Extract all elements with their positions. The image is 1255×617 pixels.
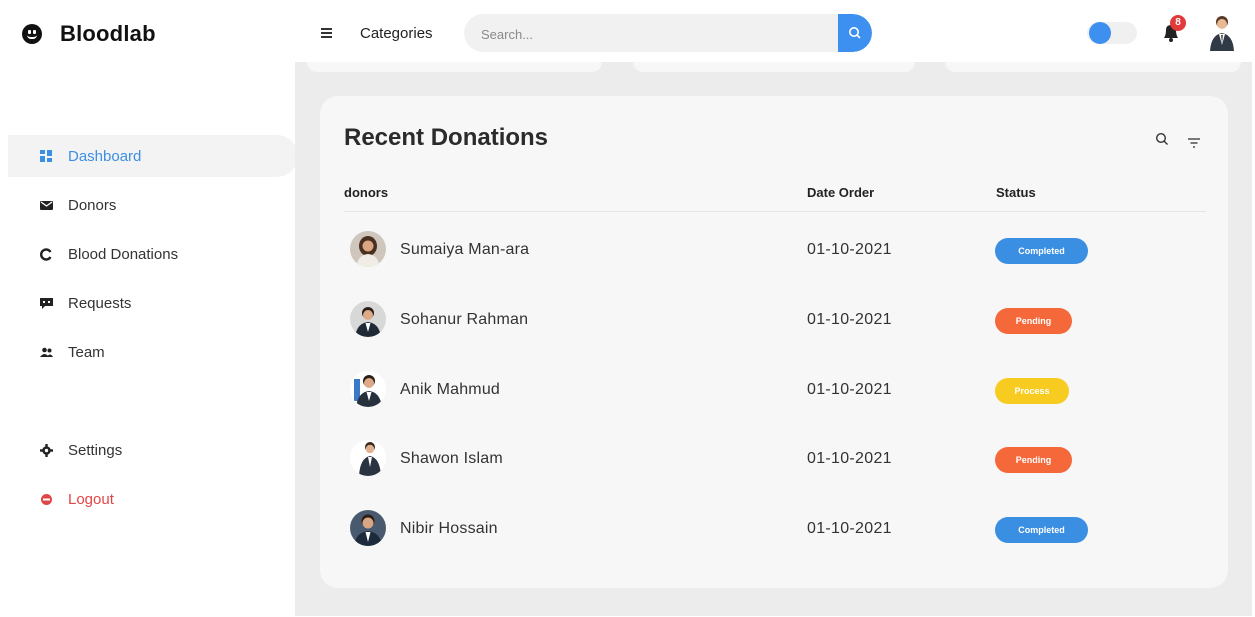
sidebar-item-label: Donors bbox=[68, 196, 117, 214]
sidebar-item-label: Requests bbox=[68, 294, 132, 312]
brand[interactable]: Bloodlab bbox=[22, 20, 156, 48]
sidebar-item-label: Settings bbox=[68, 441, 123, 459]
search-bar bbox=[464, 14, 872, 52]
column-header-status: Status bbox=[996, 185, 1036, 200]
sidebar-item-settings[interactable]: Settings bbox=[16, 429, 298, 471]
sidebar-item-donors[interactable]: Donors bbox=[16, 184, 298, 226]
donor-avatar bbox=[350, 301, 386, 337]
table-row[interactable]: Shawon Islam 01-10-2021 Pending bbox=[344, 440, 1206, 490]
column-header-date: Date Order bbox=[807, 185, 875, 200]
table-row[interactable]: Sohanur Rahman 01-10-2021 Pending bbox=[344, 301, 1206, 351]
sidebar-item-requests[interactable]: Requests bbox=[16, 282, 298, 324]
search-input[interactable] bbox=[479, 14, 843, 52]
envelope-icon bbox=[40, 199, 53, 212]
sidebar-item-team[interactable]: Team bbox=[16, 331, 298, 373]
donor-name: Anik Mahmud bbox=[400, 381, 501, 398]
hamburger-menu-icon[interactable] bbox=[321, 28, 332, 38]
search-icon bbox=[849, 27, 861, 39]
donor-avatar bbox=[350, 510, 386, 546]
sidebar-item-label: Blood Donations bbox=[68, 245, 179, 263]
sidebar-item-blood-donations[interactable]: Blood Donations bbox=[16, 233, 298, 275]
column-header-donors: donors bbox=[344, 185, 389, 200]
donor-name: Shawon Islam bbox=[400, 450, 503, 467]
donor-avatar bbox=[350, 440, 386, 476]
order-date: 01-10-2021 bbox=[807, 311, 892, 328]
filter-icon[interactable] bbox=[1188, 135, 1200, 148]
gear-icon bbox=[40, 443, 53, 457]
summary-cards-edge bbox=[295, 62, 1252, 74]
donor-avatar bbox=[350, 371, 386, 407]
order-date: 01-10-2021 bbox=[807, 520, 892, 537]
sidebar-item-dashboard[interactable]: Dashboard bbox=[8, 135, 298, 177]
sidebar-item-logout[interactable]: Logout bbox=[16, 478, 298, 520]
chat-bubble-icon bbox=[40, 297, 53, 310]
order-date: 01-10-2021 bbox=[807, 450, 892, 467]
dashboard-grid-icon bbox=[40, 149, 53, 163]
theme-toggle[interactable] bbox=[1087, 22, 1137, 44]
donor-avatar bbox=[350, 231, 386, 267]
sidebar-item-label: Logout bbox=[68, 490, 114, 508]
donor-name: Sohanur Rahman bbox=[400, 311, 529, 328]
user-avatar[interactable] bbox=[1206, 13, 1238, 51]
logout-icon bbox=[40, 493, 53, 506]
smiley-logo-icon bbox=[22, 24, 42, 44]
brand-name: Bloodlab bbox=[60, 21, 156, 46]
circle-refresh-icon bbox=[40, 247, 53, 261]
team-users-icon bbox=[40, 346, 53, 359]
sidebar-item-label: Dashboard bbox=[68, 147, 142, 165]
user-avatar-icon bbox=[1210, 16, 1234, 51]
table-row[interactable]: Nibir Hossain 01-10-2021 Completed bbox=[344, 510, 1206, 560]
notification-button[interactable]: 8 bbox=[1161, 15, 1186, 44]
status-badge: Pending bbox=[995, 447, 1072, 473]
toggle-knob bbox=[1089, 22, 1111, 44]
status-badge: Completed bbox=[995, 517, 1088, 543]
categories-menu[interactable]: Categories bbox=[360, 25, 433, 42]
order-date: 01-10-2021 bbox=[807, 381, 892, 398]
notification-count-badge: 8 bbox=[1170, 15, 1186, 31]
table-row[interactable]: Anik Mahmud 01-10-2021 Process bbox=[344, 371, 1206, 421]
donor-name: Sumaiya Man-ara bbox=[400, 241, 530, 258]
donor-name: Nibir Hossain bbox=[400, 520, 498, 537]
status-badge: Pending bbox=[995, 308, 1072, 334]
table-search-icon[interactable] bbox=[1155, 132, 1169, 146]
status-badge: Process bbox=[995, 378, 1069, 404]
order-date: 01-10-2021 bbox=[807, 241, 892, 258]
header-divider bbox=[344, 211, 1206, 212]
table-row[interactable]: Sumaiya Man-ara 01-10-2021 Completed bbox=[344, 231, 1206, 281]
status-badge: Completed bbox=[995, 238, 1088, 264]
card-title: Recent Donations bbox=[344, 124, 549, 151]
search-button[interactable] bbox=[838, 14, 872, 52]
sidebar-item-label: Team bbox=[68, 343, 105, 361]
